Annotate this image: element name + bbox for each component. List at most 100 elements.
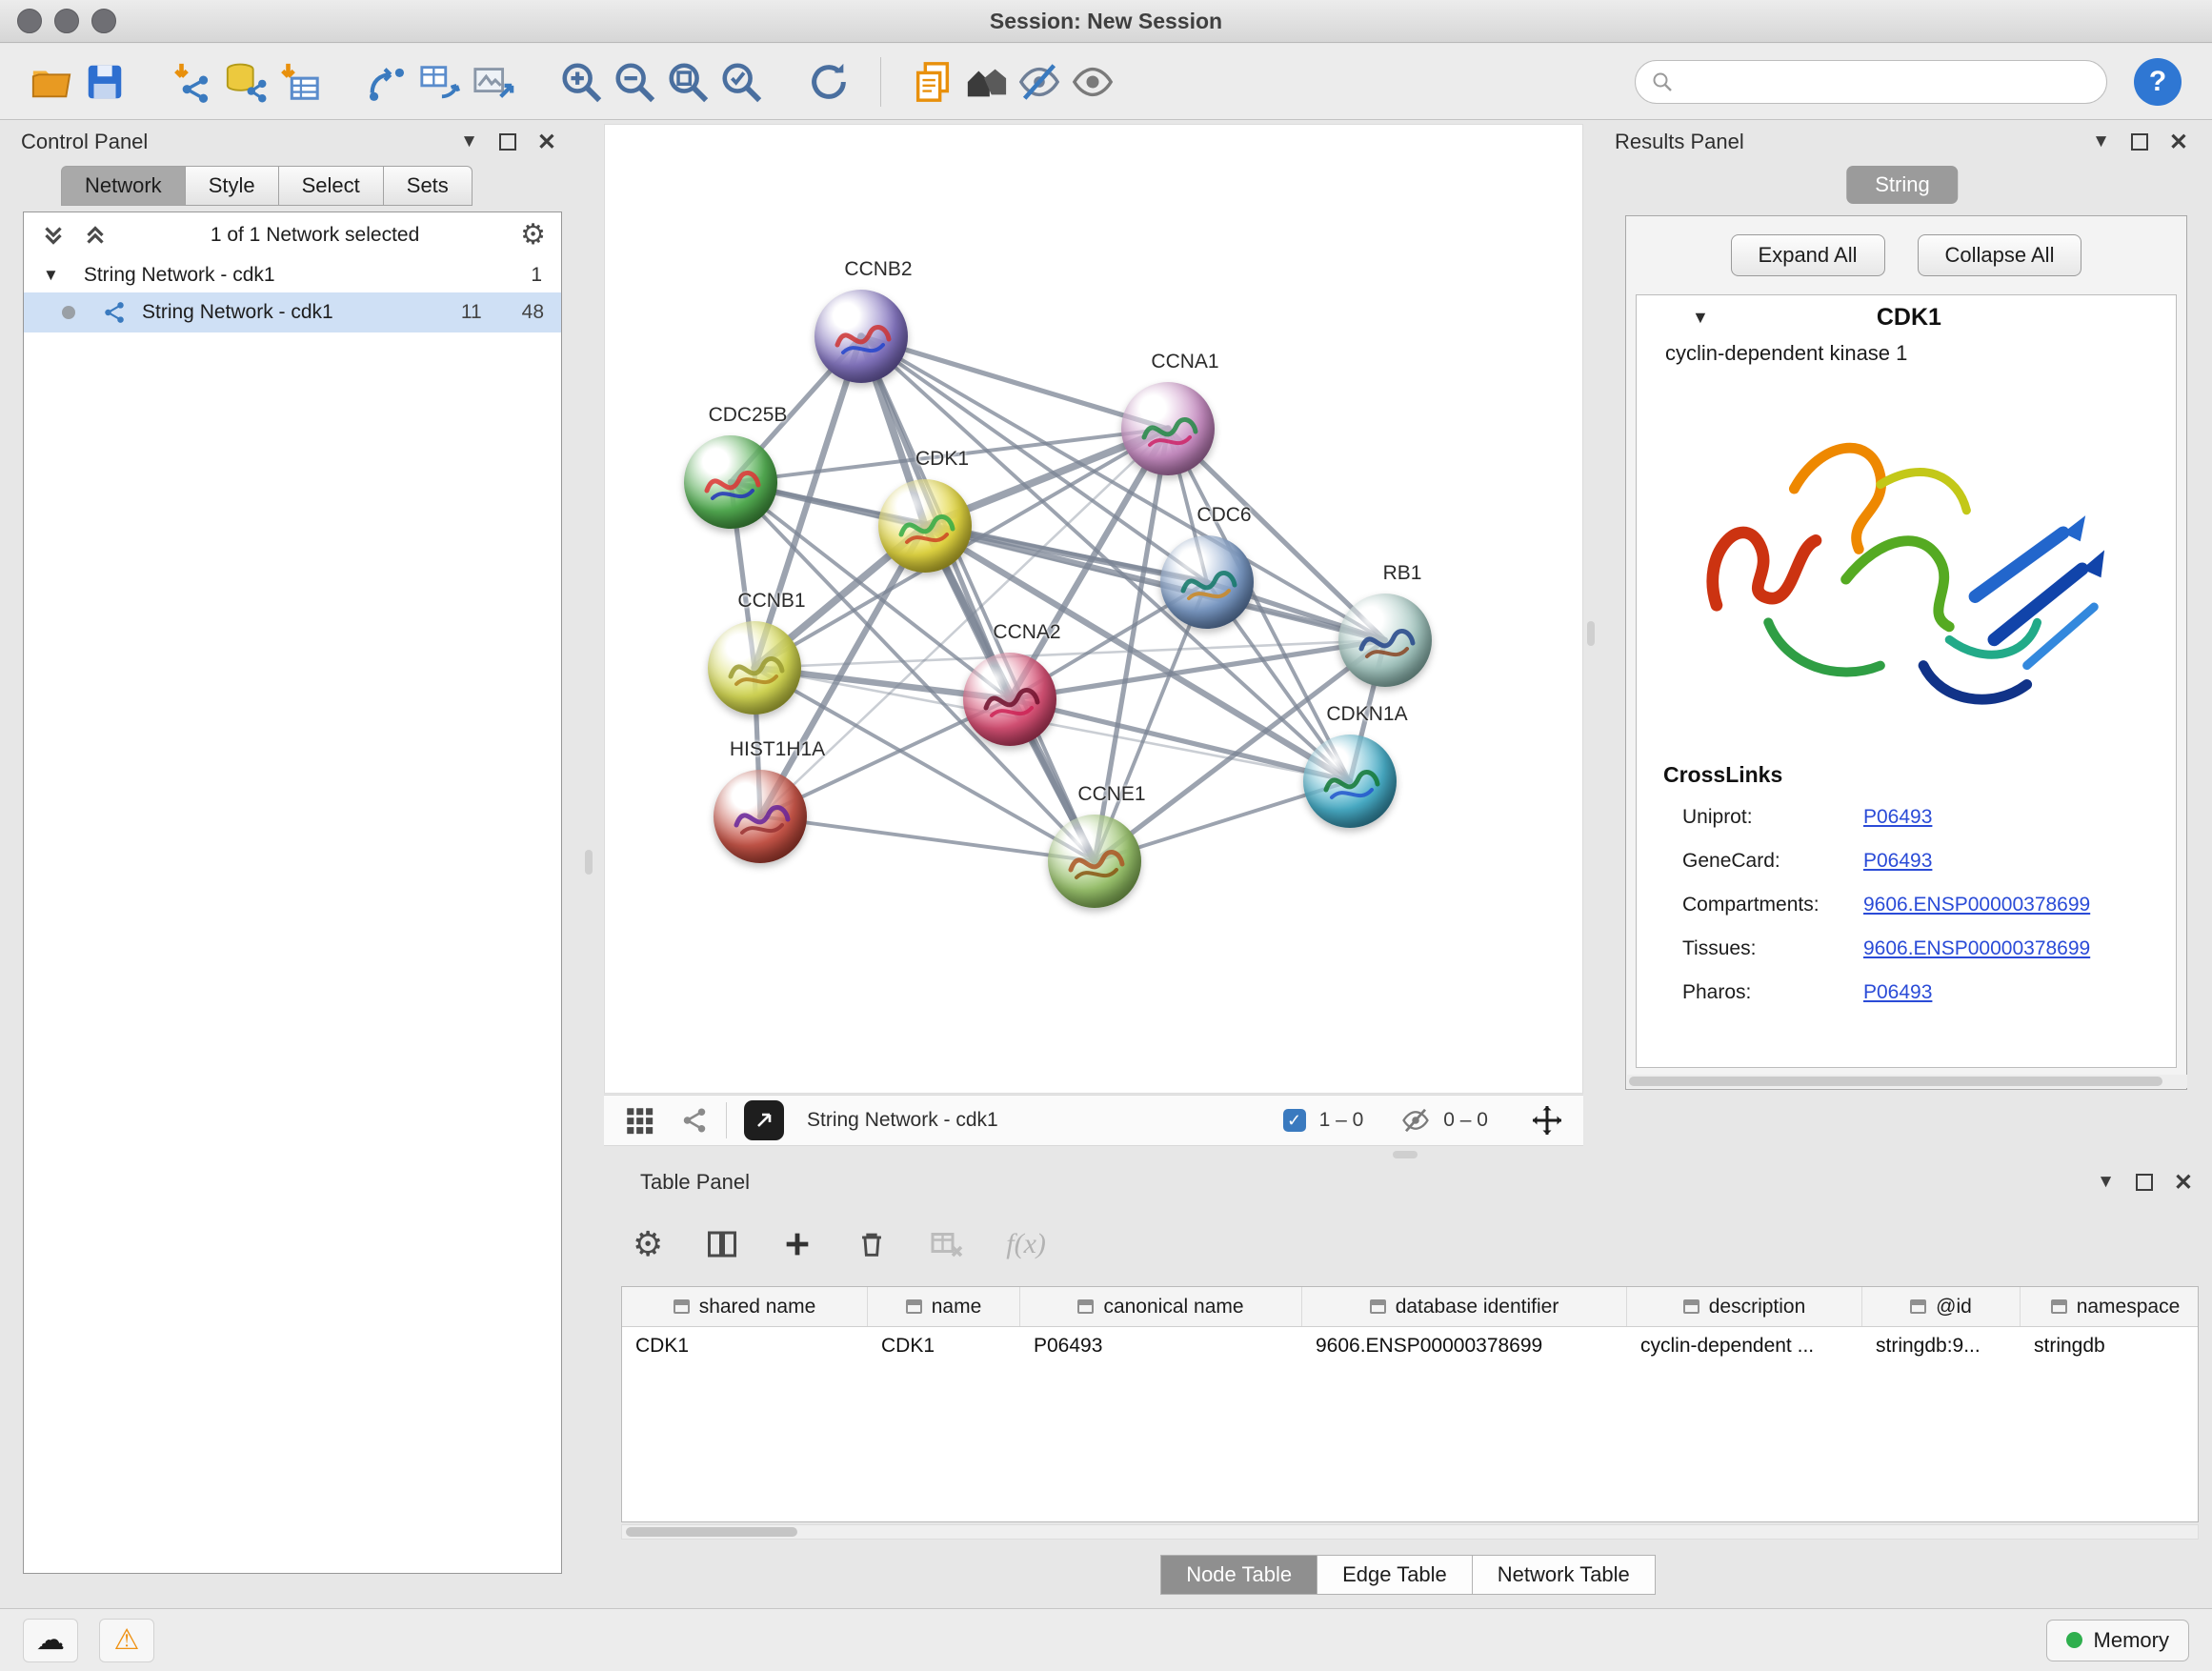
table-options-gear-icon[interactable]: ⚙ bbox=[633, 1227, 663, 1261]
cloud-icon[interactable]: ☁ bbox=[23, 1619, 78, 1662]
save-session-icon[interactable] bbox=[78, 55, 131, 109]
network-share-icon[interactable] bbox=[680, 1106, 709, 1135]
open-in-browser-button[interactable] bbox=[744, 1100, 784, 1140]
left-splitter-handle[interactable] bbox=[585, 850, 593, 875]
expand-all-button[interactable]: Expand All bbox=[1731, 234, 1885, 276]
import-network-database-icon[interactable] bbox=[219, 55, 272, 109]
network-node-ccnb2[interactable] bbox=[814, 290, 908, 383]
gene-collapse-icon[interactable]: ▼ bbox=[1692, 308, 1709, 328]
clipboard-document-icon[interactable] bbox=[906, 55, 959, 109]
delete-column-icon[interactable] bbox=[855, 1228, 888, 1260]
memory-button[interactable]: Memory bbox=[2046, 1620, 2189, 1661]
table-cell[interactable]: stringdb bbox=[2021, 1327, 2199, 1365]
show-eye-icon[interactable] bbox=[1066, 55, 1119, 109]
network-options-gear-icon[interactable]: ⚙ bbox=[520, 221, 546, 250]
column-header-canonical-name[interactable]: canonical name bbox=[1020, 1287, 1302, 1326]
table-cell[interactable]: cyclin-dependent ... bbox=[1627, 1327, 1862, 1365]
expand-all-networks-icon[interactable] bbox=[39, 221, 68, 250]
network-node-ccna1[interactable] bbox=[1121, 382, 1215, 475]
bottom-splitter-handle[interactable] bbox=[1393, 1151, 1418, 1158]
open-session-icon[interactable] bbox=[25, 55, 78, 109]
right-splitter-handle[interactable] bbox=[1587, 621, 1595, 646]
tab-node-table[interactable]: Node Table bbox=[1160, 1555, 1317, 1595]
crosslink-link[interactable]: 9606.ENSP00000378699 bbox=[1863, 894, 2090, 916]
crosslink-link[interactable]: P06493 bbox=[1863, 981, 1932, 1004]
export-image-icon[interactable] bbox=[467, 55, 520, 109]
tab-edge-table[interactable]: Edge Table bbox=[1317, 1555, 1473, 1595]
tab-network-table[interactable]: Network Table bbox=[1473, 1555, 1656, 1595]
network-node-ccnb1[interactable] bbox=[708, 621, 801, 715]
column-type-icon bbox=[1683, 1299, 1699, 1314]
network-node-cdk1[interactable] bbox=[878, 479, 972, 573]
network-node-cdkn1a[interactable] bbox=[1303, 735, 1397, 828]
table-cell[interactable]: stringdb:9... bbox=[1862, 1327, 2021, 1365]
column-header-description[interactable]: description bbox=[1627, 1287, 1862, 1326]
import-table-icon[interactable] bbox=[272, 55, 326, 109]
results-panel-float-icon[interactable] bbox=[2131, 133, 2148, 151]
network-from-selection-icon[interactable] bbox=[360, 55, 413, 109]
column-header--id[interactable]: @id bbox=[1862, 1287, 2021, 1326]
warning-icon[interactable]: ⚠ bbox=[99, 1619, 154, 1662]
table-horizontal-scrollbar[interactable] bbox=[621, 1524, 2199, 1540]
results-panel-menu-icon[interactable]: ▼ bbox=[2092, 131, 2110, 152]
import-network-file-icon[interactable] bbox=[166, 55, 219, 109]
crosslink-link[interactable]: P06493 bbox=[1863, 806, 1932, 829]
network-canvas[interactable]: CCNB2CCNA1CDC25BCDK1CDC6RB1CCNB1CCNA2CDK… bbox=[604, 124, 1583, 1094]
table-panel-menu-icon[interactable]: ▼ bbox=[2097, 1172, 2115, 1193]
column-header-database-identifier[interactable]: database identifier bbox=[1302, 1287, 1627, 1326]
zoom-in-icon[interactable] bbox=[554, 55, 608, 109]
collapse-all-networks-icon[interactable] bbox=[81, 221, 110, 250]
table-cell[interactable]: CDK1 bbox=[622, 1327, 868, 1365]
zoom-out-icon[interactable] bbox=[608, 55, 661, 109]
hide-unhide-icon[interactable] bbox=[1013, 55, 1066, 109]
tab-style[interactable]: Style bbox=[186, 166, 279, 206]
results-panel-close-icon[interactable]: ✕ bbox=[2169, 129, 2188, 156]
network-node-rb1[interactable] bbox=[1338, 594, 1432, 687]
crosslink-link[interactable]: P06493 bbox=[1863, 850, 1932, 873]
birds-eye-grid-icon[interactable] bbox=[623, 1104, 655, 1137]
crosslink-link[interactable]: 9606.ENSP00000378699 bbox=[1863, 937, 2090, 960]
tab-sets[interactable]: Sets bbox=[384, 166, 473, 206]
control-panel-close-icon[interactable]: ✕ bbox=[537, 129, 556, 156]
node-table[interactable]: shared namenamecanonical namedatabase id… bbox=[621, 1286, 2199, 1522]
column-header-namespace[interactable]: namespace bbox=[2021, 1287, 2199, 1326]
refresh-icon[interactable] bbox=[802, 55, 855, 109]
collection-collapse-icon[interactable]: ▼ bbox=[43, 266, 59, 285]
selected-nodes-checkbox-icon[interactable]: ✓ bbox=[1283, 1109, 1306, 1132]
network-collection-row[interactable]: ▼ String Network - cdk1 1 bbox=[24, 258, 561, 292]
table-cell[interactable]: P06493 bbox=[1020, 1327, 1302, 1365]
show-columns-icon[interactable] bbox=[705, 1227, 739, 1261]
column-header-shared-name[interactable]: shared name bbox=[622, 1287, 868, 1326]
table-row[interactable]: CDK1CDK1P064939606.ENSP00000378699cyclin… bbox=[622, 1327, 2198, 1365]
table-cell[interactable]: 9606.ENSP00000378699 bbox=[1302, 1327, 1627, 1365]
column-header-name[interactable]: name bbox=[868, 1287, 1020, 1326]
tab-select[interactable]: Select bbox=[279, 166, 384, 206]
collapse-all-button[interactable]: Collapse All bbox=[1918, 234, 2082, 276]
network-table-icon[interactable] bbox=[413, 55, 467, 109]
table-panel-float-icon[interactable] bbox=[2136, 1174, 2153, 1191]
zoom-selected-icon[interactable] bbox=[714, 55, 768, 109]
tab-string[interactable]: String bbox=[1846, 166, 1958, 204]
help-button[interactable]: ? bbox=[2134, 58, 2182, 106]
table-panel-close-icon[interactable]: ✕ bbox=[2174, 1169, 2193, 1197]
network-node-cdc25b[interactable] bbox=[684, 435, 777, 529]
network-node-hist1h1a[interactable] bbox=[714, 770, 807, 863]
control-panel-menu-icon[interactable]: ▼ bbox=[460, 131, 478, 152]
minimize-window-button[interactable] bbox=[54, 9, 79, 33]
network-row-selected[interactable]: String Network - cdk1 11 48 bbox=[24, 292, 561, 332]
home-networks-icon[interactable] bbox=[959, 55, 1013, 109]
control-panel-float-icon[interactable] bbox=[499, 133, 516, 151]
close-window-button[interactable] bbox=[17, 9, 42, 33]
hidden-eye-slash-icon[interactable] bbox=[1401, 1106, 1430, 1135]
zoom-fit-icon[interactable] bbox=[661, 55, 714, 109]
table-cell[interactable]: CDK1 bbox=[868, 1327, 1020, 1365]
network-node-cdc6[interactable] bbox=[1160, 535, 1254, 629]
network-node-ccna2[interactable] bbox=[963, 653, 1056, 746]
pan-crosshair-icon[interactable] bbox=[1530, 1103, 1564, 1137]
add-column-icon[interactable] bbox=[781, 1228, 814, 1260]
network-node-ccne1[interactable] bbox=[1048, 815, 1141, 908]
tab-network[interactable]: Network bbox=[61, 166, 186, 206]
zoom-window-button[interactable] bbox=[91, 9, 116, 33]
results-horizontal-scrollbar[interactable] bbox=[1627, 1075, 2187, 1088]
search-input[interactable] bbox=[1683, 70, 2091, 93]
